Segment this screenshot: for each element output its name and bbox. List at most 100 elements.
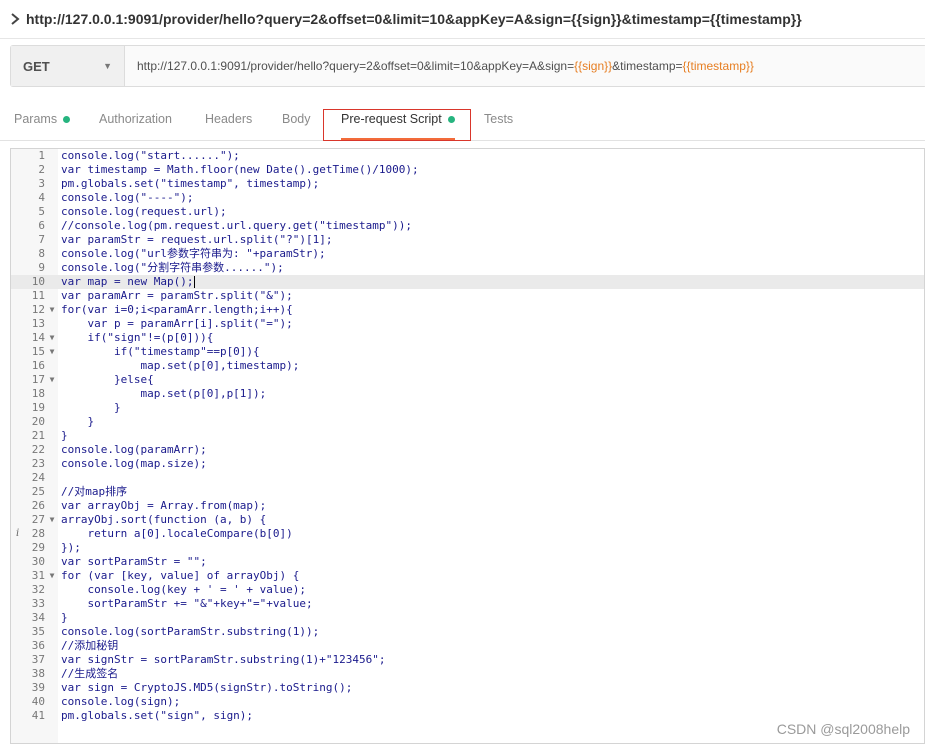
code-line[interactable]: 20 } [11,415,924,429]
request-tabs: Params Authorization Headers Body Pre-reques… [0,100,925,141]
text-cursor [194,276,195,288]
line-number: 11 [31,289,45,302]
code-text: if("timestamp"==p[0]){ [61,345,260,358]
url-variable: {{timestamp}} [682,59,754,73]
code-line[interactable]: 38 //生成签名 [11,667,924,681]
tab-authorization[interactable]: Authorization [99,100,172,138]
method-select[interactable]: GET ▼ [11,46,125,86]
code-line[interactable]: 12 ▼ for(var i=0;i<paramArr.length;i++){ [11,303,924,317]
line-number: 20 [31,415,45,428]
code-line[interactable]: 17 ▼ }else{ [11,373,924,387]
url-input[interactable]: http://127.0.0.1:9091/provider/hello?que… [125,46,925,86]
code-line[interactable]: 39 var sign = CryptoJS.MD5(signStr).toStr… [11,681,924,695]
fold-chevron-icon[interactable]: ▼ [47,373,57,387]
code-line[interactable]: 36 //添加秘钥 [11,639,924,653]
code-line[interactable]: 3 pm.globals.set("timestamp", timestamp); [11,177,924,191]
fold-chevron-icon[interactable]: ▼ [47,345,57,359]
code-line[interactable]: 33 sortParamStr += "&"+key+"="+value; [11,597,924,611]
code-line[interactable]: 4 console.log("----"); [11,191,924,205]
line-number: 7 [38,233,45,246]
info-icon[interactable]: i [16,527,19,541]
line-number: 30 [31,555,45,568]
code-lines: 1 console.log("start......"); 2 var timesta… [11,149,924,723]
tab-pre-request-script[interactable]: Pre-request Script [341,100,455,140]
code-line[interactable]: 13 var p = paramArr[i].split("="); [11,317,924,331]
code-line[interactable]: 25 //对map排序 [11,485,924,499]
code-line[interactable]: 26 var arrayObj = Array.from(map); [11,499,924,513]
code-line[interactable]: 29}); [11,541,924,555]
line-number: 3 [38,177,45,190]
code-text: console.log(request.url); [61,205,227,218]
tab-headers[interactable]: Headers [205,100,252,138]
code-text: }); [61,541,81,554]
code-text: } [61,415,95,428]
script-editor[interactable]: 1 console.log("start......"); 2 var timesta… [10,148,925,744]
code-line[interactable]: 32 console.log(key + ' = ' + value); [11,583,924,597]
fold-chevron-icon[interactable]: ▼ [47,303,57,317]
code-text: console.log(sortParamStr.substring(1)); [61,625,320,638]
code-line[interactable]: 14 ▼ if("sign"!=(p[0])){ [11,331,924,345]
code-text: var signStr = sortParamStr.substring(1)+… [61,653,386,666]
tab-params[interactable]: Params [14,100,71,138]
code-line[interactable]: 37 var signStr = sortParamStr.substring(1… [11,653,924,667]
status-dot-icon [63,115,71,123]
code-text: var sortParamStr = ""; [61,555,207,568]
chevron-right-icon[interactable] [6,10,24,28]
code-line[interactable]: 35 console.log(sortParamStr.substring(1))… [11,625,924,639]
code-line[interactable]: 9 console.log("分割字符串参数......"); [11,261,924,275]
tab-tests[interactable]: Tests [484,100,513,138]
tab-body[interactable]: Body [282,100,311,138]
code-line[interactable]: 10 var map = new Map(); [11,275,924,289]
line-number: 24 [31,471,45,484]
code-text: } [61,611,68,624]
status-dot-icon [447,115,455,123]
line-number: 5 [38,205,45,218]
code-line[interactable]: 2 var timestamp = Math.floor(new Date().g… [11,163,924,177]
tab-label: Params [14,112,58,126]
code-text: var arrayObj = Array.from(map); [61,499,267,512]
code-line[interactable]: 15 ▼ if("timestamp"==p[0]){ [11,345,924,359]
code-line[interactable]: 6 //console.log(pm.request.url.query.get(… [11,219,924,233]
url-text: &timestamp= [612,59,683,73]
fold-chevron-icon[interactable]: ▼ [47,569,57,583]
code-text: console.log("----"); [61,191,194,204]
code-line[interactable]: 24 [11,471,924,485]
code-text: } [61,429,68,442]
code-line[interactable]: 1 console.log("start......"); [11,149,924,163]
tab-label: Authorization [99,112,172,126]
code-line[interactable]: 19 } [11,401,924,415]
code-line[interactable]: 21} [11,429,924,443]
line-number: 2 [38,163,45,176]
request-title-bar: http://127.0.0.1:9091/provider/hello?que… [0,0,925,39]
code-line[interactable]: 8 console.log("url参数字符串为: "+paramStr); [11,247,924,261]
line-number: 21 [31,429,45,442]
line-number: 39 [31,681,45,694]
code-line[interactable]: 22 console.log(paramArr); [11,443,924,457]
code-line[interactable]: 23 console.log(map.size); [11,457,924,471]
code-text: var map = new Map(); [61,275,194,288]
code-line[interactable]: 7 var paramStr = request.url.split("?")[1… [11,233,924,247]
url-text: http://127.0.0.1:9091/provider/hello?que… [137,59,575,73]
code-line[interactable]: 30 var sortParamStr = ""; [11,555,924,569]
code-text: console.log("url参数字符串为: "+paramStr); [61,247,326,260]
fold-chevron-icon[interactable]: ▼ [47,331,57,345]
code-line[interactable]: 31 ▼ for (var [key, value] of arrayObj) { [11,569,924,583]
code-text: var sign = CryptoJS.MD5(signStr).toStrin… [61,681,353,694]
code-line[interactable]: 34} [11,611,924,625]
line-number: 18 [31,387,45,400]
code-line[interactable]: 16 map.set(p[0],timestamp); [11,359,924,373]
code-line[interactable]: 5 console.log(request.url); [11,205,924,219]
code-text: //对map排序 [61,485,128,498]
code-line[interactable]: 27 ▼ arrayObj.sort(function (a, b) { [11,513,924,527]
code-line[interactable]: 18 map.set(p[0],p[1]); [11,387,924,401]
code-line[interactable]: 40 console.log(sign); [11,695,924,709]
line-number: 14 [31,331,45,344]
code-text: sortParamStr += "&"+key+"="+value; [61,597,313,610]
line-number: 10 [31,275,45,288]
fold-chevron-icon[interactable]: ▼ [47,513,57,527]
line-number: 23 [31,457,45,470]
code-line[interactable]: 11 var paramArr = paramStr.split("&"); [11,289,924,303]
code-line[interactable]: 28 i return a[0].localeCompare(b[0]) [11,527,924,541]
code-text: //console.log(pm.request.url.query.get("… [61,219,412,232]
line-number: 31 [31,569,45,582]
